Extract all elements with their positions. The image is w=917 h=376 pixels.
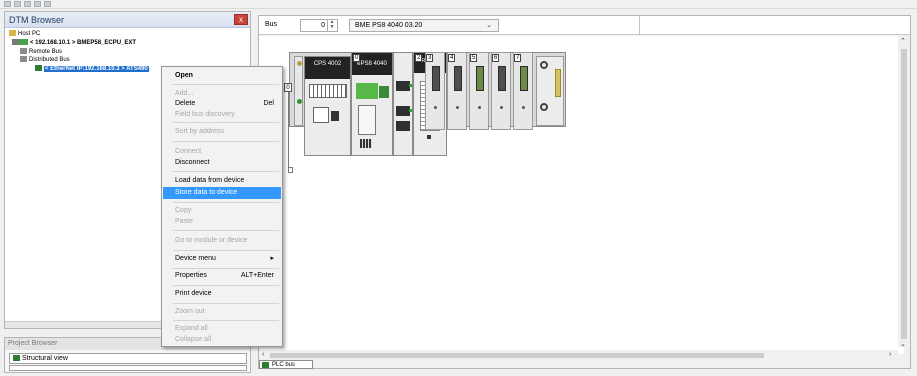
structural-view-item[interactable]: Structural view — [9, 353, 247, 364]
tree-item-distributed-bus[interactable]: Distributed Bus — [20, 56, 70, 64]
top-toolbar — [0, 0, 917, 9]
menu-item-zoom-out[interactable]: Zoom out — [163, 306, 281, 318]
scroll-right-icon[interactable]: › — [889, 351, 891, 358]
module-slot-7[interactable]: 7 — [513, 52, 533, 130]
module-slot-6[interactable]: 6 — [491, 52, 511, 130]
cpu-led — [379, 86, 389, 98]
plc-bus-icon — [262, 362, 269, 368]
menu-item-disconnect[interactable]: Disconnect — [163, 157, 281, 169]
vertical-scrollbar-thumb[interactable] — [901, 49, 907, 339]
cpu-icon — [12, 39, 28, 46]
rack-slot-left-label: 0 — [284, 83, 292, 92]
slot-number: 5 — [470, 54, 478, 62]
module-slot-5[interactable]: 5 — [469, 52, 489, 130]
ethernet-port-icon — [396, 81, 410, 91]
module-ethernet-ports[interactable] — [393, 52, 413, 156]
project-browser-field[interactable] — [9, 365, 247, 371]
scroll-up-icon[interactable]: ⌃ — [900, 37, 906, 45]
rack-end-cap — [294, 56, 303, 126]
cpu-display — [356, 83, 378, 99]
menu-item-go-to-module[interactable]: Go to module or device — [163, 235, 281, 247]
computer-icon — [9, 30, 16, 37]
bus-icon — [20, 56, 27, 63]
scroll-down-icon[interactable]: ⌄ — [900, 340, 906, 348]
menu-item-device-menu[interactable]: Device menu ▸ — [163, 253, 281, 265]
rack-end-cap-right — [536, 56, 564, 126]
power-terminal — [313, 107, 329, 123]
menu-separator — [173, 250, 279, 251]
bus-icon — [20, 48, 27, 55]
dtm-browser-titlebar: DTM Browser x — [5, 12, 250, 28]
menu-separator — [173, 230, 279, 231]
menu-item-sort-by-address[interactable]: Sort by address — [163, 126, 281, 138]
menu-item-paste[interactable]: Paste — [163, 216, 281, 228]
rack-canvas[interactable]: 0 CPS 4002 ePS8 4040 0 NRA 2 3 4 5 6 7 — [259, 36, 904, 354]
bus-header-right — [639, 16, 910, 35]
module-label: CPS 4002 — [305, 57, 350, 79]
ethernet-port-icon — [396, 121, 410, 131]
bus-editor-panel: Bus 0 ▲ ▼ BME PS8 4040 03.20 ⌄ 0 CPS 4002 — [258, 15, 911, 369]
chevron-down-icon: ⌄ — [486, 22, 492, 29]
module-cps-4002[interactable]: CPS 4002 — [304, 56, 351, 156]
menu-item-properties[interactable]: Properties ALT+Enter — [163, 270, 281, 282]
menu-separator — [173, 268, 279, 269]
tree-item-host-pc[interactable]: Host PC — [9, 30, 40, 38]
context-menu: Open Add... Delete Del Field bus discover… — [161, 66, 283, 347]
rack-connector-line — [288, 92, 289, 168]
menu-item-print-device[interactable]: Print device — [163, 288, 281, 300]
slot-number: 2 — [415, 54, 423, 62]
horizontal-scrollbar-thumb[interactable] — [270, 353, 764, 358]
ethernet-port-icon — [360, 139, 372, 148]
menu-item-store-data[interactable]: Store data to device — [163, 187, 281, 199]
structural-view-icon — [13, 355, 20, 362]
module-slot-3[interactable]: 3 — [425, 52, 445, 130]
menu-separator — [173, 303, 279, 304]
toolbar-icon[interactable] — [14, 1, 21, 7]
stepper-arrows-icon[interactable]: ▲ ▼ — [327, 20, 336, 31]
menu-item-load-data[interactable]: Load data from device — [163, 175, 281, 187]
tab-plc-bus[interactable]: PLC bus — [259, 360, 313, 369]
toolbar-icon[interactable] — [4, 1, 11, 7]
tree-item-cpu[interactable]: < 192.168.10.1 > BMEP58_ECPU_EXT — [12, 39, 136, 47]
rack-connector-end — [288, 167, 293, 173]
menu-separator — [173, 122, 279, 123]
slot-number: 7 — [514, 54, 522, 62]
slot-number: 3 — [426, 54, 434, 62]
bus-header: Bus 0 ▲ ▼ BME PS8 4040 03.20 ⌄ — [259, 16, 910, 35]
slot-number: 0 — [353, 54, 361, 62]
scroll-left-icon[interactable]: ‹ — [262, 351, 264, 358]
menu-separator — [173, 84, 279, 85]
menu-separator — [173, 141, 279, 142]
terminal-block — [309, 84, 347, 98]
module-slot-4[interactable]: 4 — [447, 52, 467, 130]
toolbar-icon[interactable] — [24, 1, 31, 7]
slot-number: 4 — [448, 54, 456, 62]
module-eps8-4040[interactable]: ePS8 4040 0 — [351, 52, 393, 156]
tree-item-ats490[interactable]: < EtherNet IP:192.168.10.3 > ATS490 — [35, 65, 149, 73]
slot-number: 6 — [492, 54, 500, 62]
menu-item-collapse-all[interactable]: Collapse all — [163, 334, 281, 346]
device-icon — [35, 65, 42, 72]
dtm-browser-title: DTM Browser — [9, 15, 65, 25]
close-icon[interactable]: x — [234, 14, 248, 25]
ethernet-port-icon — [396, 106, 410, 116]
card-slot — [358, 105, 376, 135]
menu-item-field-bus-discovery[interactable]: Field bus discovery — [163, 109, 281, 121]
power-switch — [331, 111, 339, 121]
menu-separator — [173, 171, 279, 172]
tree-item-remote-bus[interactable]: Remote Bus — [20, 48, 62, 56]
rack-select[interactable]: BME PS8 4040 03.20 ⌄ — [349, 19, 499, 32]
submenu-arrow-icon: ▸ — [270, 255, 274, 262]
menu-separator — [173, 285, 279, 286]
toolbar-icon[interactable] — [34, 1, 41, 7]
menu-separator — [173, 320, 279, 321]
menu-item-open[interactable]: Open — [163, 70, 281, 82]
menu-separator — [173, 202, 279, 203]
toolbar-icon[interactable] — [44, 1, 51, 7]
bus-label: Bus — [265, 21, 278, 28]
